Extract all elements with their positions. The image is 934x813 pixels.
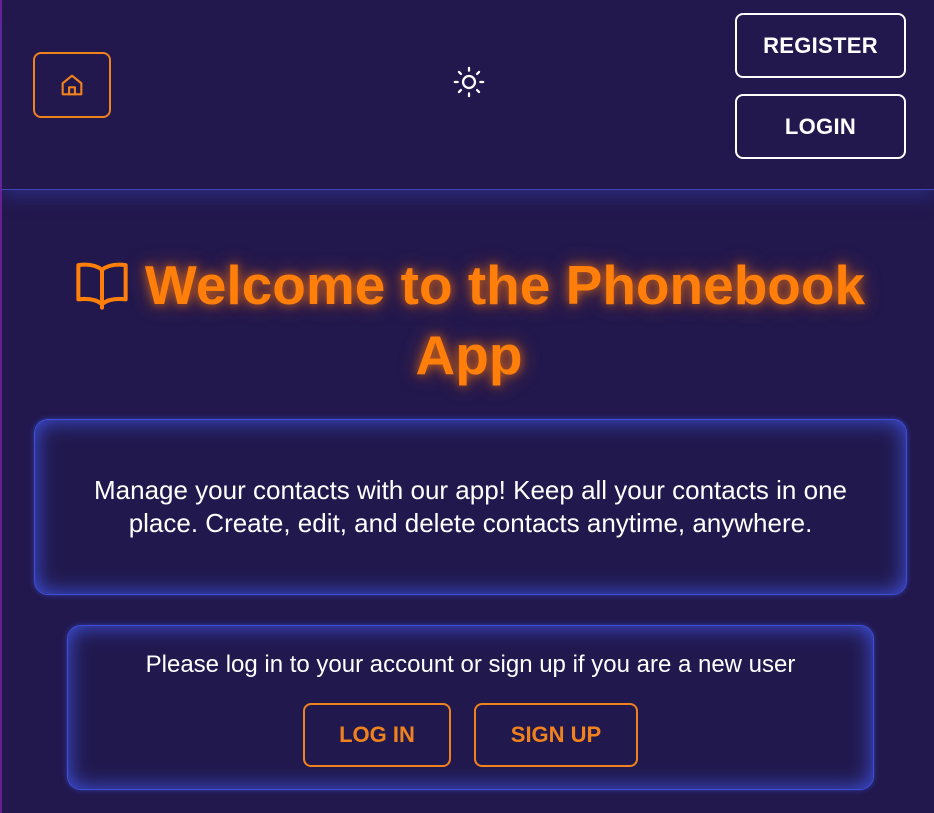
login-button[interactable]: LOGIN xyxy=(735,94,906,159)
app-description-card: Manage your contacts with our app! Keep … xyxy=(34,419,907,595)
sun-icon xyxy=(453,66,485,98)
app-header: REGISTER LOGIN xyxy=(2,0,934,190)
page-title: Welcome to the Phonebook App xyxy=(22,250,916,390)
theme-toggle-button[interactable] xyxy=(452,65,486,99)
sign-up-button[interactable]: SIGN UP xyxy=(474,703,638,767)
home-icon xyxy=(61,74,83,96)
home-button[interactable] xyxy=(33,52,111,118)
page-title-text: Welcome to the Phonebook App xyxy=(144,254,866,386)
log-in-button[interactable]: LOG IN xyxy=(303,703,451,767)
auth-prompt: Please log in to your account or sign up… xyxy=(145,651,796,678)
title-section: Welcome to the Phonebook App xyxy=(22,250,916,390)
auth-card: Please log in to your account or sign up… xyxy=(67,625,874,790)
open-book-icon xyxy=(76,262,128,310)
register-button[interactable]: REGISTER xyxy=(735,13,906,78)
app-description: Manage your contacts with our app! Keep … xyxy=(94,475,847,538)
